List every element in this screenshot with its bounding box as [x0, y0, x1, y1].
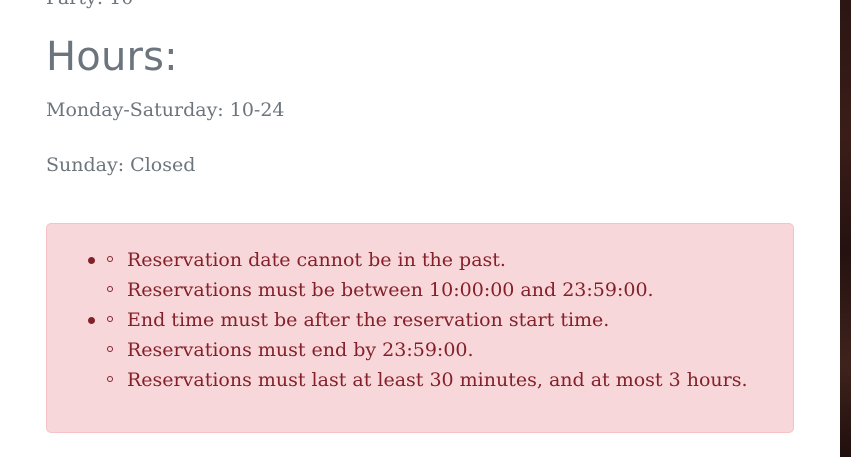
- error-message-text: Reservations must be between 10:00:00 an…: [127, 279, 654, 301]
- error-message: Reservation date cannot be in the past.: [107, 245, 506, 275]
- error-message: Reservations must last at least 30 minut…: [107, 365, 748, 395]
- error-group-bullet: [88, 317, 95, 324]
- hours-sunday: Sunday: Closed: [46, 154, 196, 176]
- error-group-bullet: [88, 257, 95, 264]
- error-message-text: Reservation date cannot be in the past.: [127, 249, 506, 271]
- error-circle-bullet: [107, 256, 113, 262]
- error-message: Reservations must be between 10:00:00 an…: [107, 275, 654, 305]
- hours-weekdays: Monday-Saturday: 10-24: [46, 99, 285, 121]
- error-circle-bullet: [107, 376, 113, 382]
- error-message: End time must be after the reservation s…: [107, 305, 610, 335]
- hours-heading: Hours:: [46, 34, 178, 80]
- error-circle-bullet: [107, 286, 113, 292]
- party-size-text: Party: 10: [46, 0, 133, 9]
- error-circle-bullet: [107, 346, 113, 352]
- error-message: Reservations must end by 23:59:00.: [107, 335, 474, 365]
- background-image-edge: [840, 0, 851, 457]
- error-message-text: Reservations must last at least 30 minut…: [127, 369, 748, 391]
- error-circle-bullet: [107, 316, 113, 322]
- error-alert: Reservation date cannot be in the past. …: [46, 223, 794, 433]
- error-message-text: Reservations must end by 23:59:00.: [127, 339, 474, 361]
- error-message-text: End time must be after the reservation s…: [127, 309, 610, 331]
